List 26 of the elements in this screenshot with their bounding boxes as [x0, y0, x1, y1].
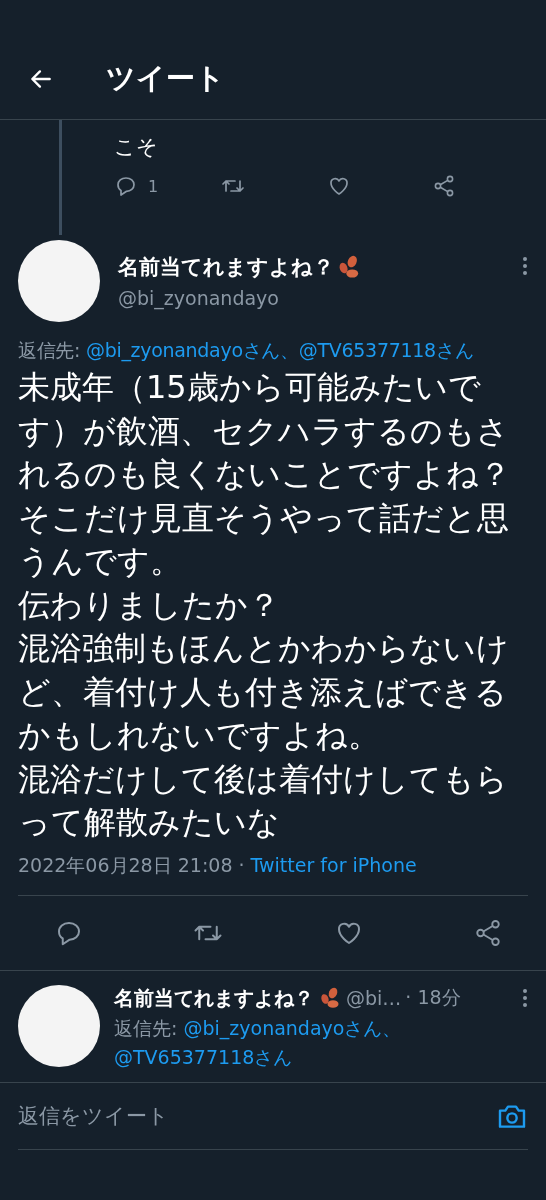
more-options-icon[interactable]	[522, 256, 528, 276]
user-handle: @bi…	[346, 987, 402, 1009]
reply-input-field[interactable]: 返信をツイート	[18, 1101, 169, 1130]
speech-bubble-icon[interactable]	[114, 174, 138, 198]
header-title: ツイート	[106, 59, 225, 97]
display-name: 名前当てれますよね？	[114, 984, 314, 1012]
reply-to-line: 返信先: @bi_zyonandayoさん、 @TV65377118さん	[114, 1015, 403, 1070]
tweet-paragraph: 混浴強制もほんとかわからないけど、着付け人も付き添えばできるかもしれないですよね。	[18, 628, 510, 756]
tweet-paragraph: 未成年（15歳から可能みたいです）が飲酒、セクハラするのもされるのも良くないことですよね？そこだけ見直そうやって話だと思うんです。	[18, 367, 512, 582]
share-icon[interactable]	[473, 917, 503, 948]
user-handle: @bi_zyonandayo	[118, 287, 280, 309]
post-time: · 18分	[405, 985, 461, 1010]
reply-to-line: 返信先: @bi_zyonandayoさん、@TV65377118さん	[18, 338, 475, 364]
share-icon[interactable]	[432, 174, 456, 198]
tweet-paragraph: 混浴だけして後は着付けしてもらって解散みたいな	[18, 758, 509, 843]
mention-link[interactable]: @TV65377118さん	[114, 1045, 293, 1068]
source-link[interactable]: Twitter for iPhone	[250, 853, 417, 876]
tweet-paragraph: 伝わりましたか？	[18, 584, 281, 626]
reply-count: 1	[148, 176, 159, 196]
tweet-text: こそ	[114, 134, 159, 161]
timestamp: 2022年06月28日 21:08 ·	[18, 853, 245, 876]
mention-link[interactable]: @bi_zyonandayoさん、	[183, 1016, 402, 1039]
more-options-icon[interactable]	[522, 988, 528, 1008]
mention-link[interactable]: @bi_zyonandayoさん、	[85, 339, 299, 361]
display-name: 名前当てれますよね？	[118, 254, 334, 281]
mention-link[interactable]: @TV65377118さん	[298, 339, 474, 361]
